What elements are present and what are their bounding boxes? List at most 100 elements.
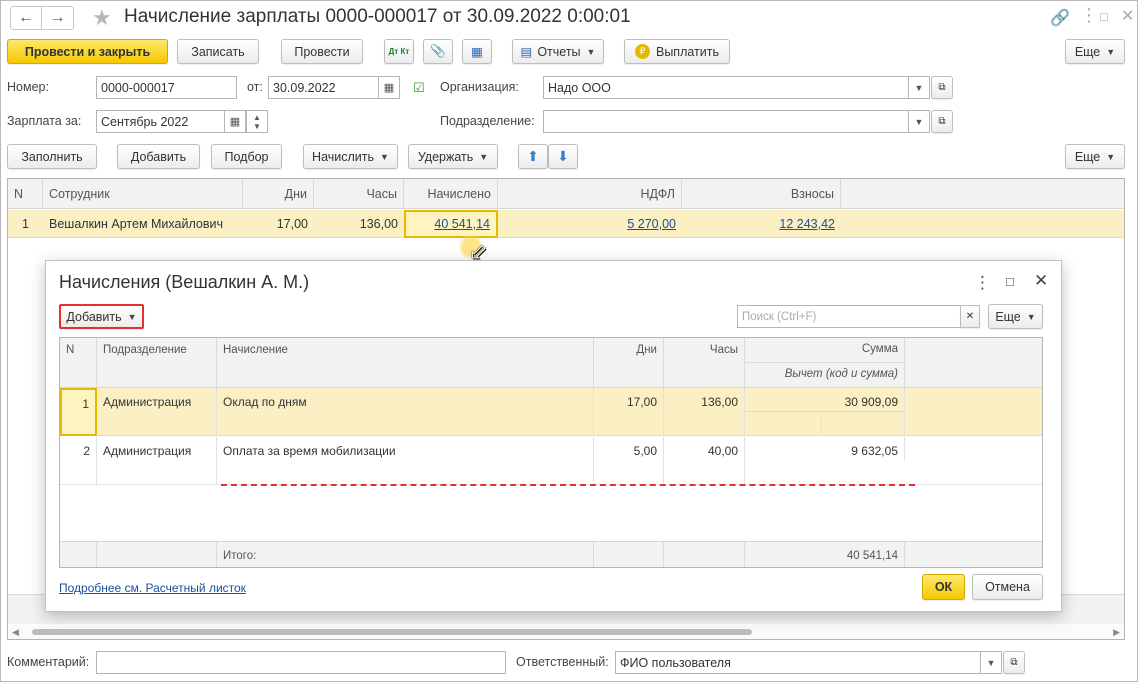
column-header-hours[interactable]: Часы — [664, 338, 745, 388]
payslip-link-text[interactable]: Подробнее см. Расчетный листок — [59, 581, 246, 595]
column-header-department[interactable]: Подразделение — [97, 338, 217, 388]
dialog-close-icon[interactable]: ✕ — [1034, 271, 1048, 291]
department-cell[interactable]: Администрация — [97, 388, 217, 436]
column-header-deduction[interactable]: Вычет (код и сумма) — [745, 363, 904, 387]
column-header-sum[interactable]: Сумма — [745, 338, 904, 363]
table-more-button[interactable]: Еще ▼ — [1065, 144, 1125, 169]
favorite-star-icon[interactable]: ★ — [92, 5, 112, 31]
hours-cell[interactable]: 136,00 — [664, 388, 745, 436]
forward-button[interactable]: → — [42, 6, 74, 30]
table-row[interactable]: 1 Вешалкин Артем Михайлович 17,00 136,00… — [8, 210, 1124, 238]
calendar-icon[interactable]: ▦ — [378, 76, 400, 99]
open-department-button[interactable]: ⧉ — [931, 110, 953, 133]
days-cell[interactable]: 5,00 — [594, 437, 664, 485]
close-icon: ✕ — [965, 311, 975, 322]
scroll-left-icon[interactable]: ◀ — [12, 627, 19, 638]
dt-kt-button[interactable]: Дт Кт — [384, 39, 414, 64]
withhold-button[interactable]: Удержать ▼ — [408, 144, 498, 169]
accrued-cell[interactable]: 40 541,14 — [404, 210, 498, 238]
accrue-button[interactable]: Начислить ▼ — [303, 144, 398, 169]
calendar-icon[interactable]: ▦ — [224, 110, 246, 133]
organization-value: Надо ООО — [548, 80, 611, 95]
column-header-hours[interactable]: Часы — [314, 179, 404, 209]
post-and-close-button[interactable]: Провести и закрыть — [7, 39, 168, 64]
column-header-employee[interactable]: Сотрудник — [43, 179, 243, 209]
back-button[interactable]: ← — [10, 6, 42, 30]
select-button[interactable]: Подбор — [211, 144, 282, 169]
dropdown-icon[interactable]: ▼ — [908, 76, 930, 99]
clear-search-button[interactable]: ✕ — [960, 305, 980, 328]
period-stepper[interactable]: ▲ ▼ — [246, 110, 268, 133]
dialog-maximize-icon[interactable]: □ — [1006, 274, 1014, 289]
column-header-n[interactable]: N — [60, 338, 97, 388]
ndfl-cell[interactable]: 5 270,00 — [498, 210, 682, 238]
save-button[interactable]: Записать — [177, 39, 259, 64]
attach-button[interactable]: 📎 — [423, 39, 453, 64]
days-value[interactable]: 17,00 — [243, 210, 314, 238]
row-number[interactable]: 2 — [60, 437, 97, 485]
pay-button[interactable]: ₽ Выплатить — [624, 39, 730, 64]
more-button[interactable]: Еще ▼ — [1065, 39, 1125, 64]
accrual-cell[interactable]: Оклад по дням — [217, 388, 594, 436]
ok-button[interactable]: ОК — [922, 574, 965, 600]
department-field[interactable]: ▼ — [543, 110, 930, 133]
contributions-cell[interactable]: 12 243,42 — [682, 210, 841, 238]
dropdown-icon[interactable]: ▼ — [980, 651, 1002, 674]
search-input[interactable]: Поиск (Ctrl+F) — [737, 305, 961, 328]
deduction-code-cell[interactable] — [745, 412, 822, 436]
table-row[interactable]: 1 Администрация Оклад по дням 17,00 136,… — [60, 388, 1042, 436]
sum-cell[interactable]: 30 909,09 — [745, 388, 905, 412]
deduction-sum-cell[interactable] — [822, 412, 905, 436]
sum-cell[interactable]: 9 632,05 — [745, 437, 905, 461]
close-icon[interactable]: ✕ — [1121, 6, 1134, 26]
reports-button[interactable]: ▤ Отчеты ▼ — [512, 39, 604, 64]
column-header-accrued[interactable]: Начислено — [404, 179, 498, 209]
column-header-days[interactable]: Дни — [243, 179, 314, 209]
dialog-more-button[interactable]: Еще ▼ — [988, 304, 1043, 329]
hours-cell[interactable]: 40,00 — [664, 437, 745, 485]
table-row[interactable]: 2 Администрация Оплата за время мобилиза… — [60, 437, 1042, 485]
contributions-link[interactable]: 12 243,42 — [779, 217, 835, 231]
horizontal-scrollbar[interactable]: ◀ ▶ — [8, 625, 1124, 639]
salary-period-field[interactable]: Сентябрь 2022 ▦ ▲ ▼ — [96, 110, 268, 133]
post-button[interactable]: Провести — [281, 39, 363, 64]
column-header-contributions[interactable]: Взносы — [682, 179, 841, 209]
column-header-accrual[interactable]: Начисление — [217, 338, 594, 388]
accrued-link[interactable]: 40 541,14 — [434, 217, 490, 231]
dialog-menu-icon[interactable]: ⋮ — [974, 273, 991, 293]
column-header-days[interactable]: Дни — [594, 338, 664, 388]
dialog-accruals-table[interactable]: N Подразделение Начисление Дни Часы Сумм… — [59, 337, 1043, 568]
open-organization-button[interactable]: ⧉ — [931, 76, 953, 99]
structure-button[interactable]: ▦ — [462, 39, 492, 64]
scroll-right-icon[interactable]: ▶ — [1113, 627, 1120, 638]
department-cell[interactable]: Администрация — [97, 437, 217, 485]
column-header-ndfl[interactable]: НДФЛ — [498, 179, 682, 209]
maximize-icon[interactable]: □ — [1100, 9, 1108, 24]
date-field[interactable]: 30.09.2022 ▦ — [268, 76, 400, 99]
add-row-button[interactable]: Добавить — [117, 144, 200, 169]
column-header-n[interactable]: N — [8, 179, 43, 209]
menu-dots-icon[interactable]: ⋮ — [1080, 5, 1098, 26]
fill-button[interactable]: Заполнить — [7, 144, 97, 169]
ndfl-link[interactable]: 5 270,00 — [627, 217, 676, 231]
cancel-button[interactable]: Отмена — [972, 574, 1043, 600]
dialog-add-button[interactable]: Добавить ▼ — [59, 304, 144, 329]
responsible-field[interactable]: ФИО пользователя ▼ — [615, 651, 1002, 674]
number-field[interactable]: 0000-000017 — [96, 76, 237, 99]
salary-for-label: Зарплата за: — [7, 114, 82, 128]
link-icon[interactable]: 🔗 — [1050, 8, 1070, 28]
organization-field[interactable]: Надо ООО ▼ — [543, 76, 930, 99]
hours-value[interactable]: 136,00 — [314, 210, 404, 238]
open-responsible-button[interactable]: ⧉ — [1003, 651, 1025, 674]
accrual-cell[interactable]: Оплата за время мобилизации — [217, 437, 594, 485]
dropdown-icon[interactable]: ▼ — [908, 110, 930, 133]
comment-field[interactable] — [96, 651, 506, 674]
open-icon: ⧉ — [1010, 657, 1018, 668]
row-number[interactable]: 1 — [60, 388, 97, 436]
days-cell[interactable]: 17,00 — [594, 388, 664, 436]
move-down-button[interactable]: ⬇ — [548, 144, 578, 169]
move-up-button[interactable]: ⬆ — [518, 144, 548, 169]
employee-name[interactable]: Вешалкин Артем Михайлович — [43, 210, 243, 238]
payslip-link[interactable]: Подробнее см. Расчетный листок — [59, 581, 246, 595]
scrollbar-thumb[interactable] — [32, 629, 752, 635]
